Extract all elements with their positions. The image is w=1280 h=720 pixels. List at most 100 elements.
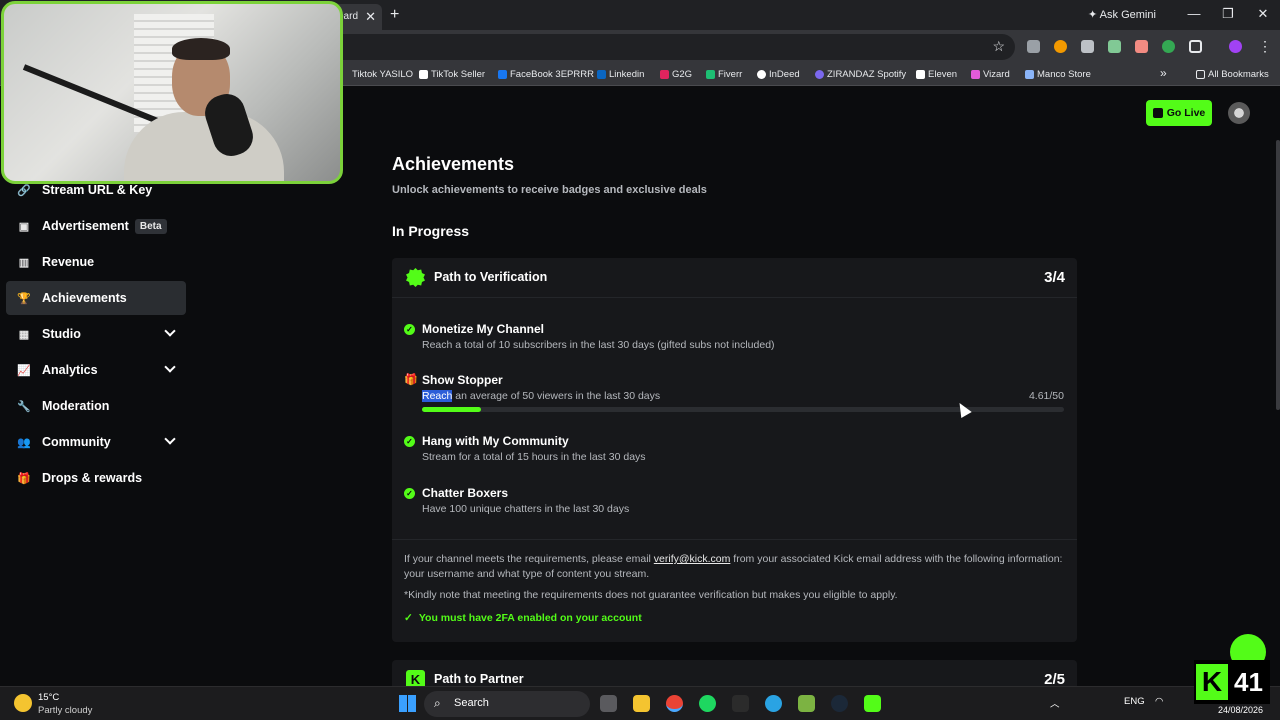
achievement-card[interactable]: K Path to Partner 2/5	[392, 660, 1077, 689]
browser-menu-icon[interactable]: ⋮	[1258, 38, 1272, 55]
verified-badge-icon	[406, 268, 425, 287]
extension-icon[interactable]	[1054, 40, 1067, 53]
viewer-count: 41	[1234, 666, 1263, 697]
language-indicator[interactable]: ENG	[1124, 696, 1145, 707]
bookmark-item[interactable]: G2G	[660, 69, 692, 80]
facebook-icon	[498, 70, 507, 79]
manco-icon	[1025, 70, 1034, 79]
terminal-icon[interactable]	[732, 695, 749, 712]
card-progress-count: 3/4	[1044, 269, 1065, 286]
task-title: Chatter Boxers	[422, 486, 509, 500]
bookmark-item[interactable]: Vizard	[971, 69, 1010, 80]
sidebar-item-moderation[interactable]: 🔧 Moderation	[6, 389, 186, 423]
sidebar-item-revenue[interactable]: ▥ Revenue	[6, 245, 186, 279]
sidebar-item-community[interactable]: 👥 Community	[6, 425, 186, 459]
bookmark-item[interactable]: Eleven	[916, 69, 957, 80]
bookmark-item[interactable]: Manco Store	[1025, 69, 1091, 80]
streamer-hair	[172, 38, 230, 60]
taskbar-search[interactable]: ⌕ Search	[424, 691, 590, 717]
bookmark-item[interactable]: Linkedin	[597, 69, 644, 80]
extension-icon[interactable]	[1027, 40, 1040, 53]
weather-temp: 15°C	[38, 692, 60, 703]
viewer-count-overlay: K 41	[1194, 660, 1270, 704]
close-window-icon[interactable]: ✕	[1253, 6, 1273, 22]
sidebar-item-advertisement[interactable]: ▣ Advertisement Beta	[6, 209, 186, 243]
shield-icon[interactable]	[1081, 40, 1094, 53]
task-description: Reach a total of 10 subscribers in the l…	[422, 339, 775, 351]
avatar[interactable]	[1228, 102, 1250, 124]
card-title: Path to Partner	[434, 672, 524, 686]
sidebar-item-studio[interactable]: ▦ Studio	[6, 317, 186, 351]
tab-close-icon[interactable]: ✕	[365, 9, 376, 25]
maximize-icon[interactable]: ❐	[1218, 6, 1238, 22]
tray-expand-icon[interactable]: ︿	[1050, 696, 1060, 710]
scrollbar[interactable]	[1276, 140, 1280, 410]
community-icon: 👥	[17, 436, 31, 449]
spotify-icon[interactable]	[699, 695, 716, 712]
go-live-button[interactable]: Go Live	[1146, 100, 1212, 126]
card-title: Path to Verification	[434, 270, 548, 284]
taskbar-date[interactable]: 24/08/2026	[1218, 705, 1263, 715]
advertisement-icon: ▣	[18, 220, 30, 233]
twofa-requirement: ✓ You must have 2FA enabled on your accou…	[404, 612, 642, 624]
ask-gemini-button[interactable]: ✦ Ask Gemini	[1088, 8, 1156, 21]
sidebar-item-label: Achievements	[42, 291, 127, 305]
search-label: Search	[454, 697, 489, 709]
sidebar-item-drops[interactable]: 🎁 Drops & rewards	[6, 461, 186, 495]
card-header[interactable]: Path to Verification 3/4	[392, 258, 1077, 298]
sidebar-item-label: Studio	[42, 327, 81, 341]
puzzle-icon[interactable]	[1189, 40, 1202, 53]
sidebar-item-label: Advertisement	[42, 219, 129, 233]
all-bookmarks-button[interactable]: All Bookmarks	[1196, 69, 1269, 80]
profile-avatar[interactable]	[1229, 40, 1242, 53]
task-title: Monetize My Channel	[422, 322, 545, 336]
extension-icon[interactable]	[1135, 40, 1148, 53]
weather-icon[interactable]	[14, 694, 32, 712]
address-bar[interactable]: ☆	[300, 34, 1015, 60]
chevron-down-icon[interactable]	[164, 325, 176, 337]
sidebar-item-label: Drops & rewards	[42, 471, 143, 485]
sidebar-item-label: Community	[42, 435, 111, 449]
extension-icon[interactable]	[1162, 40, 1175, 53]
verification-note: *Kindly note that meeting the requiremen…	[404, 589, 898, 601]
wifi-icon[interactable]: ◠	[1155, 696, 1163, 707]
windows-start-icon[interactable]	[399, 695, 416, 712]
beta-badge: Beta	[134, 218, 167, 234]
verification-info: If your channel meets the requirements, …	[404, 553, 1063, 580]
bookmark-star-icon[interactable]: ☆	[992, 38, 1005, 55]
linkedin-icon	[597, 70, 606, 79]
sidebar-item-analytics[interactable]: 📈 Analytics	[6, 353, 186, 387]
more-bookmarks-icon[interactable]: »	[1160, 66, 1167, 80]
extension-icon[interactable]	[1108, 40, 1121, 53]
bookmark-item[interactable]: Tiktok YASILO	[352, 69, 413, 80]
steam-icon[interactable]	[831, 695, 848, 712]
sidebar-item-achievements[interactable]: 🏆 Achievements	[6, 281, 186, 315]
app-icon[interactable]	[798, 695, 815, 712]
progress-fill	[422, 407, 482, 412]
bookmark-item[interactable]: InDeed	[757, 69, 800, 80]
chevron-down-icon[interactable]	[164, 433, 176, 445]
bookmark-item[interactable]: TikTok Seller	[419, 69, 485, 80]
file-explorer-icon[interactable]	[633, 695, 650, 712]
kick-app-icon[interactable]	[864, 695, 881, 712]
gift-icon: 🎁	[404, 374, 418, 386]
bookmark-item[interactable]: FaceBook 3EPRRR	[498, 69, 594, 80]
search-icon: ⌕	[434, 696, 441, 710]
bookmark-item[interactable]: Fiverr	[706, 69, 742, 80]
taskbar: 15°C Partly cloudy ⌕ Search ︿ ENG ◠ 24/0…	[0, 686, 1280, 720]
page-subtitle: Unlock achievements to receive badges an…	[392, 184, 707, 196]
chrome-icon[interactable]	[666, 695, 683, 712]
minimize-icon[interactable]: —	[1184, 6, 1204, 21]
chevron-down-icon[interactable]	[164, 361, 176, 373]
new-tab-icon[interactable]: +	[390, 6, 399, 24]
telegram-icon[interactable]	[765, 695, 782, 712]
verify-email-link[interactable]: verify@kick.com	[654, 553, 731, 565]
divider	[392, 539, 1077, 540]
bookmark-item[interactable]: ZIRANDAZ Spotify	[815, 69, 906, 80]
task-description: Have 100 unique chatters in the last 30 …	[422, 503, 630, 515]
selected-text: Reach	[422, 390, 453, 402]
spotify-icon	[815, 70, 824, 79]
wrench-icon: 🔧	[17, 400, 31, 413]
go-live-label: Go Live	[1166, 107, 1206, 119]
task-view-icon[interactable]	[600, 695, 617, 712]
